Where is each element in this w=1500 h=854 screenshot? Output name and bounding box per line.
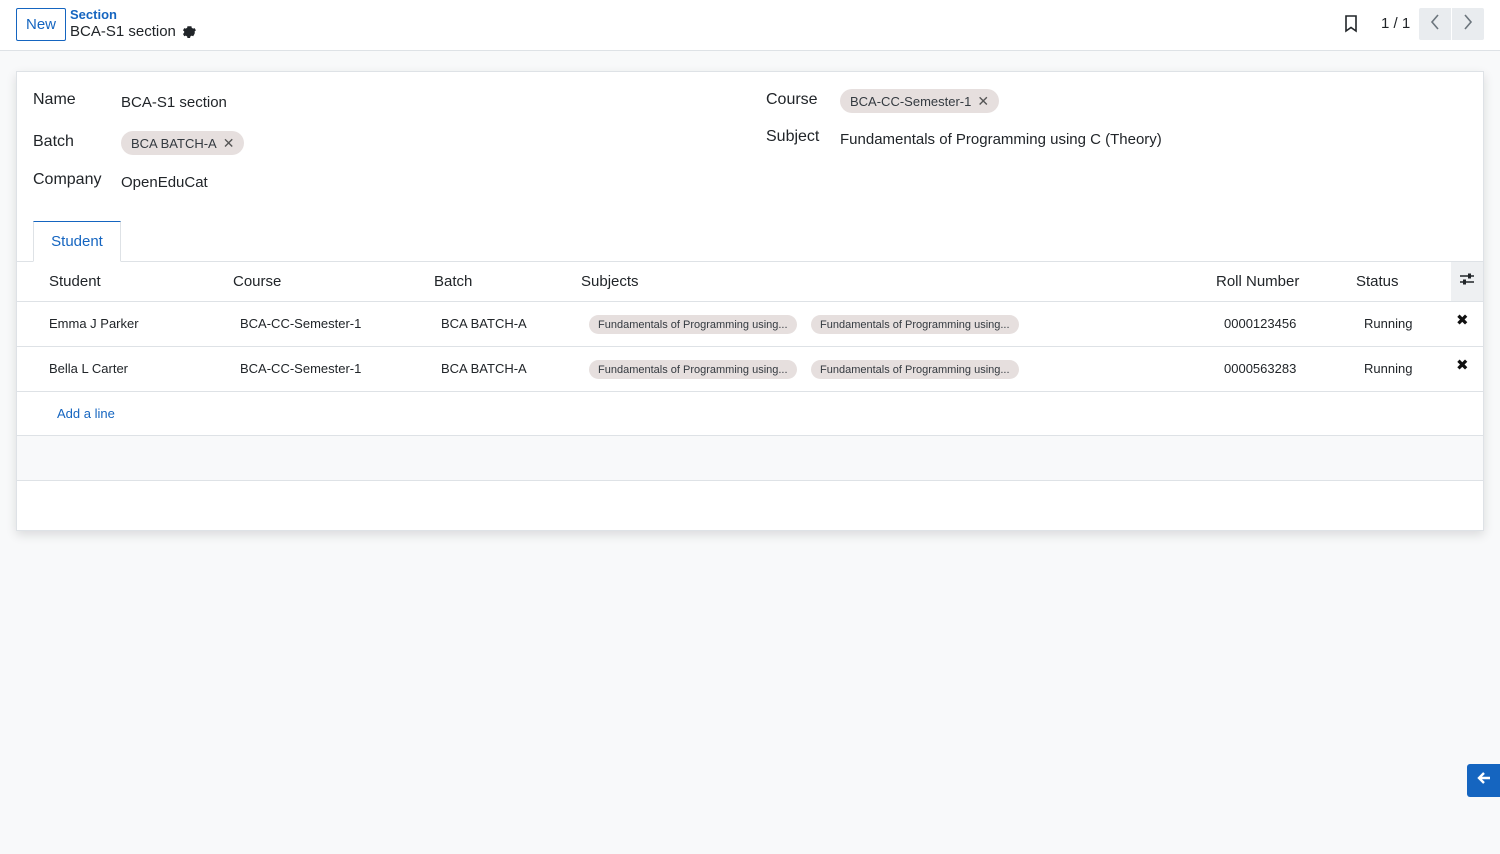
roll-number-cell: 0000123456 <box>1224 316 1297 331</box>
status-cell: Running <box>1364 316 1413 331</box>
close-icon[interactable]: ✖ <box>1456 356 1469 374</box>
name-label: Name <box>33 91 76 108</box>
course-cell: BCA-CC-Semester-1 <box>240 316 362 331</box>
chevron-left-icon <box>1430 13 1440 35</box>
course-label: Course <box>766 91 818 108</box>
back-button[interactable] <box>1467 764 1500 797</box>
pager-next-button[interactable] <box>1452 8 1484 40</box>
batch-cell: BCA BATCH-A <box>441 316 527 331</box>
column-header-subjects[interactable]: Subjects <box>581 273 639 290</box>
column-header-student[interactable]: Student <box>49 273 101 290</box>
pager-previous-button[interactable] <box>1419 8 1451 40</box>
subject-tag: Fundamentals of Programming using... <box>589 315 797 334</box>
company-label: Company <box>33 171 102 188</box>
breadcrumb[interactable]: Section <box>70 7 117 22</box>
gear-icon[interactable] <box>182 25 196 39</box>
divider <box>17 346 1483 347</box>
divider <box>17 301 1483 302</box>
roll-number-cell: 0000563283 <box>1224 361 1297 376</box>
column-header-course[interactable]: Course <box>233 273 281 290</box>
batch-cell: BCA BATCH-A <box>441 361 527 376</box>
empty-row <box>17 436 1483 481</box>
record-title-wrap: BCA-S1 section <box>70 23 196 40</box>
tab-student[interactable]: Student <box>33 221 121 262</box>
student-cell: Bella L Carter <box>49 361 128 376</box>
divider <box>17 261 1483 262</box>
company-field[interactable]: OpenEduCat <box>121 174 208 191</box>
student-cell: Emma J Parker <box>49 316 139 331</box>
course-tag-label: BCA-CC-Semester-1 <box>850 93 972 109</box>
close-icon[interactable]: ✖ <box>1456 311 1469 329</box>
bookmark-icon[interactable] <box>1344 15 1358 33</box>
divider <box>17 480 1483 481</box>
course-tag[interactable]: BCA-CC-Semester-1 ✕ <box>840 89 1000 113</box>
add-line-link[interactable]: Add a line <box>57 406 115 421</box>
sliders-icon <box>1459 272 1475 291</box>
chevron-right-icon <box>1463 13 1473 35</box>
new-button[interactable]: New <box>16 8 66 41</box>
control-panel: New Section BCA-S1 section 1 / 1 <box>0 0 1500 51</box>
subject-tag: Fundamentals of Programming using... <box>589 360 797 379</box>
status-cell: Running <box>1364 361 1413 376</box>
column-header-status[interactable]: Status <box>1356 273 1399 290</box>
optional-columns-button[interactable] <box>1451 262 1483 301</box>
subject-label: Subject <box>766 128 820 145</box>
name-field[interactable]: BCA-S1 section <box>121 94 227 111</box>
course-cell: BCA-CC-Semester-1 <box>240 361 362 376</box>
batch-label: Batch <box>33 133 74 150</box>
subject-field[interactable]: Fundamentals of Programming using C (The… <box>840 131 1162 148</box>
subject-tag: Fundamentals of Programming using... <box>811 315 1019 334</box>
batch-tag[interactable]: BCA BATCH-A ✕ <box>121 131 245 155</box>
column-header-batch[interactable]: Batch <box>434 273 472 290</box>
pager-value[interactable]: 1 / 1 <box>1381 15 1410 32</box>
form-sheet: Name BCA-S1 section Batch BCA BATCH-A ✕ … <box>16 71 1484 531</box>
record-title: BCA-S1 section <box>70 23 176 40</box>
close-icon[interactable]: ✕ <box>977 93 989 110</box>
column-header-roll-number[interactable]: Roll Number <box>1216 273 1299 290</box>
arrow-left-icon <box>1476 771 1491 790</box>
batch-tag-label: BCA BATCH-A <box>131 135 217 151</box>
close-icon[interactable]: ✕ <box>223 135 235 152</box>
divider <box>17 391 1483 392</box>
subject-tag: Fundamentals of Programming using... <box>811 360 1019 379</box>
